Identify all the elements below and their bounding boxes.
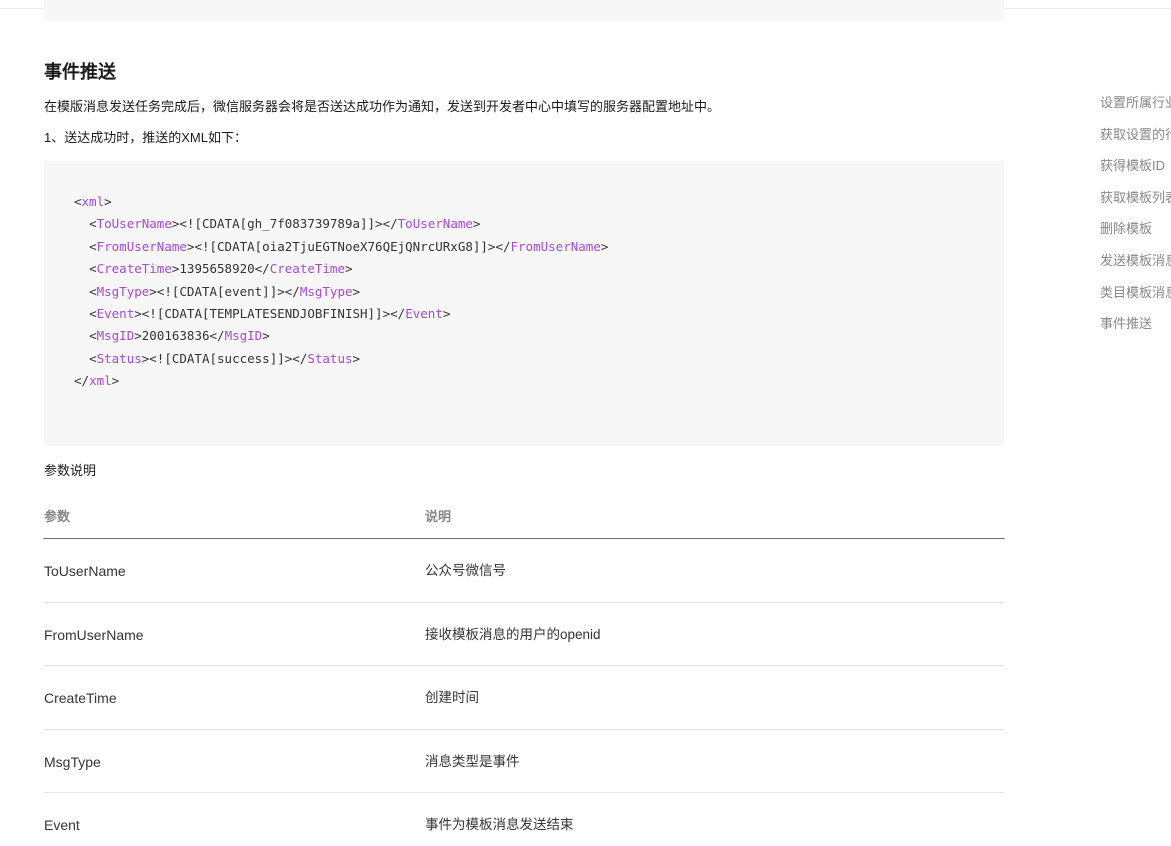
code-punct: > (352, 350, 361, 366)
toc-item-get-industry[interactable]: 获取设置的行业信息 (1100, 122, 1171, 154)
code-punct: < (89, 328, 97, 344)
code-tag: ToUserName (96, 216, 172, 232)
param-name: FromUserName (44, 626, 144, 643)
code-tag: FromUserName (510, 238, 601, 254)
code-tag: MsgID (224, 328, 263, 344)
previous-code-block-tail (44, 0, 1004, 21)
table-row: Event 事件为模板消息发送结束 (44, 793, 1004, 846)
code-punct: </ (284, 283, 300, 299)
section-intro: 在模版消息发送任务完成后，微信服务器会将是否送达成功作为通知，发送到开发者中心中… (44, 99, 721, 114)
code-punct: </ (254, 261, 270, 277)
code-line: </xml> (74, 370, 608, 392)
code-punct: > (352, 283, 361, 299)
code-punct: < (89, 238, 97, 254)
code-line: <ToUserName><![CDATA[gh_7f083739789a]]><… (74, 213, 608, 235)
section-sub-intro: 1、送达成功时，推送的XML如下： (44, 130, 247, 145)
toc-item-delete-template[interactable]: 删除模板 (1100, 216, 1171, 248)
code-punct: </ (74, 373, 90, 389)
params-caption: 参数说明 (44, 463, 97, 478)
code-tag: MsgID (96, 328, 135, 344)
code-tag: Event (405, 305, 443, 321)
code-line: <xml> (74, 191, 608, 213)
toc-item-event-push[interactable]: 事件推送 (1100, 311, 1171, 343)
param-name: ToUserName (44, 563, 126, 579)
code-punct: < (89, 305, 97, 321)
code-punct: < (89, 216, 97, 232)
toc-item-set-industry[interactable]: 设置所属行业 (1100, 90, 1171, 122)
code-line: <Event><![CDATA[TEMPLATESENDJOBFINISH]]>… (74, 303, 608, 325)
code-line: <MsgID>200163836</MsgID> (74, 325, 608, 347)
code-line: <CreateTime>1395658920</CreateTime> (74, 258, 608, 280)
table-row: FromUserName 接收模板消息的用户的openid (44, 603, 1004, 666)
section-title: 事件推送 (44, 62, 116, 82)
table-row: CreateTime 创建时间 (44, 666, 1004, 730)
code-punct: < (89, 283, 97, 299)
code-tag: CreateTime (96, 261, 172, 277)
code-value: 1395658920 (179, 261, 255, 277)
code-punct: </ (209, 328, 225, 344)
params-table-header: 参数 说明 (44, 498, 1004, 539)
code-punct: </ (390, 305, 406, 321)
table-row: MsgType 消息类型是事件 (44, 730, 1004, 793)
code-punct: > (262, 328, 270, 344)
code-punct: < (74, 194, 82, 209)
code-line: <MsgType><![CDATA[event]]></MsgType> (74, 281, 608, 303)
toc-item-send-template-message[interactable]: 发送模板消息 (1100, 248, 1171, 280)
code-value: <![CDATA[success]]> (149, 350, 293, 366)
code-tag: Status (96, 350, 142, 366)
code-punct: > (149, 283, 157, 299)
code-tag: MsgType (299, 283, 353, 299)
code-line: <FromUserName><![CDATA[oia2TjuEGTNoeX76Q… (74, 236, 608, 258)
doc-page: 事件推送 在模版消息发送任务完成后，微信服务器会将是否送达成功作为通知，发送到开… (0, 0, 1171, 846)
param-name: Event (44, 817, 80, 833)
header-desc: 说明 (425, 509, 452, 524)
code-value: 200163836 (141, 328, 210, 344)
code-value: <![CDATA[oia2TjuEGTNoeX76QEjQNrcURxG8]]> (194, 238, 496, 254)
code-punct: > (134, 328, 142, 344)
code-punct: </ (495, 238, 511, 254)
code-punct: </ (382, 216, 398, 232)
code-tag: xml (81, 194, 105, 209)
code-tag: MsgType (96, 283, 150, 299)
table-of-contents: 设置所属行业 获取设置的行业信息 获得模板ID 获取模板列表 删除模板 发送模板… (1100, 90, 1171, 343)
params-table: 参数 说明 ToUserName 公众号微信号 FromUserName 接收模… (44, 498, 1004, 846)
code-punct: > (442, 305, 451, 321)
param-desc: 公众号微信号 (425, 563, 506, 578)
code-punct: < (89, 261, 97, 277)
param-desc: 接收模板消息的用户的openid (425, 626, 601, 642)
code-punct: > (600, 238, 609, 254)
header-param: 参数 (44, 509, 71, 524)
toc-item-category-template-message[interactable]: 类目模板消息 (1100, 280, 1171, 312)
code-punct: > (472, 216, 481, 232)
code-value: <![CDATA[gh_7f083739789a]]> (179, 216, 383, 232)
code-punct: > (344, 261, 353, 277)
xml-code-block[interactable]: <xml> <ToUserName><![CDATA[gh_7f08373978… (44, 161, 1004, 446)
code-punct: > (134, 305, 142, 321)
code-punct: > (104, 194, 112, 209)
toc-item-get-template-id[interactable]: 获得模板ID (1100, 153, 1171, 185)
code-punct: > (111, 373, 120, 389)
code-punct: < (89, 350, 97, 366)
code-tag: CreateTime (269, 261, 345, 277)
xml-code-lines: <xml> <ToUserName><![CDATA[gh_7f08373978… (74, 191, 608, 393)
param-desc: 事件为模板消息发送结束 (425, 817, 574, 832)
param-name: MsgType (44, 753, 101, 770)
code-punct: </ (292, 350, 308, 366)
param-desc: 创建时间 (425, 690, 479, 705)
code-line: <Status><![CDATA[success]]></Status> (74, 348, 608, 370)
param-desc: 消息类型是事件 (425, 753, 520, 769)
table-row: ToUserName 公众号微信号 (44, 539, 1004, 603)
code-tag: Event (96, 305, 135, 321)
code-value: <![CDATA[event]]> (156, 283, 285, 299)
code-tag: ToUserName (397, 216, 473, 232)
code-tag: xml (89, 373, 112, 389)
code-value: <![CDATA[TEMPLATESENDJOBFINISH]]> (141, 305, 391, 321)
toc-item-get-template-list[interactable]: 获取模板列表 (1100, 185, 1171, 217)
param-name: CreateTime (44, 690, 117, 706)
code-tag: FromUserName (96, 238, 187, 254)
code-tag: Status (307, 350, 353, 366)
